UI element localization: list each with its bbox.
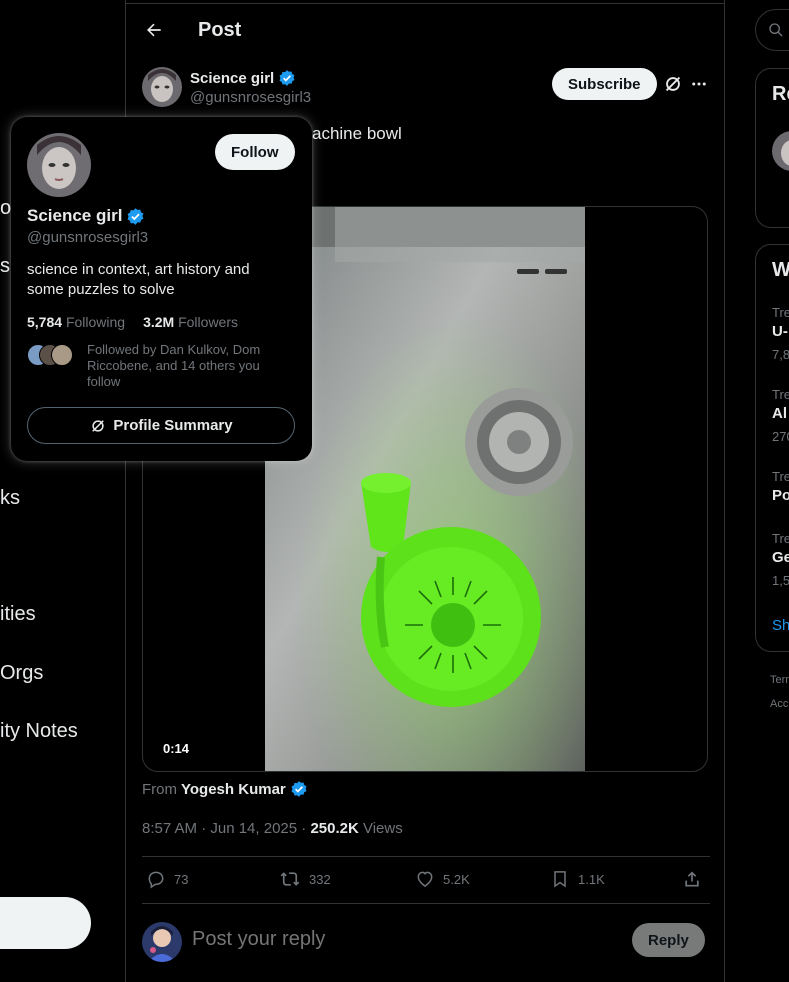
post-text: achine bowl [312, 124, 402, 143]
following-count: 5,784 [27, 314, 63, 330]
profile-summary-button[interactable]: Profile Summary [27, 407, 295, 444]
repost-icon [280, 872, 300, 886]
search-icon [769, 23, 783, 37]
follow-button[interactable]: Follow [215, 134, 295, 170]
bookmark-icon [554, 871, 566, 888]
search-input[interactable] [755, 9, 789, 51]
show-more-link[interactable]: Sh [772, 617, 789, 634]
followers-label: Followers [178, 314, 238, 330]
reply-input[interactable] [192, 928, 592, 951]
nav-item-bookmarks[interactable]: ks [0, 487, 20, 510]
verified-badge-icon [291, 781, 307, 797]
following-stat[interactable]: 5,784 Following [27, 314, 125, 330]
attribution-author[interactable]: Yogesh Kumar [181, 781, 286, 798]
grok-icon [92, 419, 105, 432]
trends-panel: W Tre U- 7,8 Tre Al 270 Tre Po Tre Ge 1,… [755, 244, 789, 652]
bookmark-count: 1.1K [578, 871, 605, 887]
followers-count: 3.2M [143, 314, 175, 330]
followers-stat[interactable]: 3.2M Followers [143, 314, 238, 330]
from-label: From [142, 780, 177, 798]
subscribe-button[interactable]: Subscribe [552, 68, 657, 100]
page-title: Post [198, 18, 242, 41]
reply-icon [148, 871, 164, 889]
post-author: Science girl @gunsnrosesgirl3 Subscribe [142, 67, 710, 109]
relevant-people-panel: Re [755, 68, 789, 228]
nav-item-fragment[interactable]: o [0, 197, 11, 220]
avatar [51, 344, 73, 366]
share-icon [685, 871, 699, 887]
avatar[interactable] [142, 922, 182, 962]
views-count: 250.2K [310, 820, 359, 837]
reply-count: 73 [174, 871, 189, 887]
views-label: Views [358, 820, 403, 837]
footer-link[interactable]: Terr [770, 674, 789, 686]
profile-summary-label: Profile Summary [113, 417, 233, 434]
author-name[interactable]: Science girl [190, 69, 296, 87]
trend-category: Tre [772, 531, 789, 546]
video-duration: 0:14 [163, 741, 190, 756]
post-timestamp[interactable]: 8:57 AM · Jun 14, 2025 · [142, 820, 310, 837]
profile-handle[interactable]: @gunsnrosesgirl3 [27, 229, 148, 246]
nav-item-community-notes[interactable]: ity Notes [0, 720, 78, 743]
reply-action[interactable]: 73 [146, 869, 188, 889]
trend-category: Tre [772, 305, 789, 320]
footer-link[interactable]: Acc [770, 698, 788, 710]
trend-count: 270 [772, 429, 789, 444]
repost-count: 332 [309, 871, 331, 887]
author-name-text: Science girl [190, 69, 275, 87]
reply-button[interactable]: Reply [632, 923, 705, 957]
video-attribution: From Yogesh Kumar [142, 780, 308, 798]
heart-icon [417, 871, 433, 887]
author-handle[interactable]: @gunsnrosesgirl3 [190, 89, 311, 106]
back-button[interactable] [136, 12, 172, 48]
panel-heading: Re [772, 83, 789, 105]
grok-icon[interactable] [662, 73, 684, 95]
post-metadata: 8:57 AM · Jun 14, 2025 · 250.2K Views [142, 820, 403, 837]
followed-by-text: Followed by Dan Kulkov, Dom Riccobene, a… [87, 342, 261, 389]
right-sidebar: Re W Tre U- 7,8 Tre Al 270 Tre Po Tre Ge… [755, 0, 789, 982]
more-options-icon[interactable] [688, 73, 710, 95]
video-thumbnail [265, 207, 585, 771]
divider [126, 3, 724, 4]
bookmark-action[interactable]: 1.1K [550, 869, 605, 889]
profile-name-text: Science girl [27, 206, 123, 225]
trend-title[interactable]: Po [772, 487, 789, 504]
post-actions: 73 332 5.2K 1.1K [142, 857, 710, 903]
divider [142, 903, 710, 904]
profile-name[interactable]: Science girl [27, 206, 145, 226]
like-count: 5.2K [443, 871, 470, 887]
reply-composer: Reply [142, 920, 710, 964]
nav-item-fragment[interactable]: s [0, 255, 10, 278]
trend-title[interactable]: Al [772, 405, 787, 422]
panel-heading: W [772, 259, 789, 281]
following-label: Following [65, 314, 126, 330]
like-action[interactable]: 5.2K [415, 869, 470, 889]
post-button[interactable] [0, 897, 91, 949]
profile-stats: 5,784 Following 3.2M Followers [27, 314, 238, 330]
trend-count: 1,5 [772, 573, 789, 588]
profile-bio: science in context, art history and some… [27, 261, 250, 298]
share-button[interactable] [682, 869, 702, 889]
trend-category: Tre [772, 387, 789, 402]
nav-item-verified-orgs[interactable]: Orgs [0, 662, 43, 685]
trend-title[interactable]: Ge [772, 549, 789, 566]
avatar[interactable] [27, 133, 91, 197]
avatar[interactable] [142, 67, 182, 107]
trend-category: Tre [772, 469, 789, 484]
trend-title[interactable]: U- [772, 323, 788, 340]
avatar[interactable] [772, 131, 789, 171]
followed-by[interactable]: Followed by Dan Kulkov, Dom Riccobene, a… [27, 342, 297, 392]
verified-badge-icon [128, 207, 144, 225]
arrow-left-icon [147, 23, 161, 37]
post-header: Post [126, 8, 726, 52]
profile-hover-card: Follow Science girl @gunsnrosesgirl3 sci… [11, 117, 312, 461]
follower-avatars [27, 344, 77, 366]
nav-item-communities[interactable]: ities [0, 603, 36, 626]
verified-badge-icon [279, 70, 295, 86]
repost-action[interactable]: 332 [279, 869, 331, 889]
trend-count: 7,8 [772, 347, 789, 362]
